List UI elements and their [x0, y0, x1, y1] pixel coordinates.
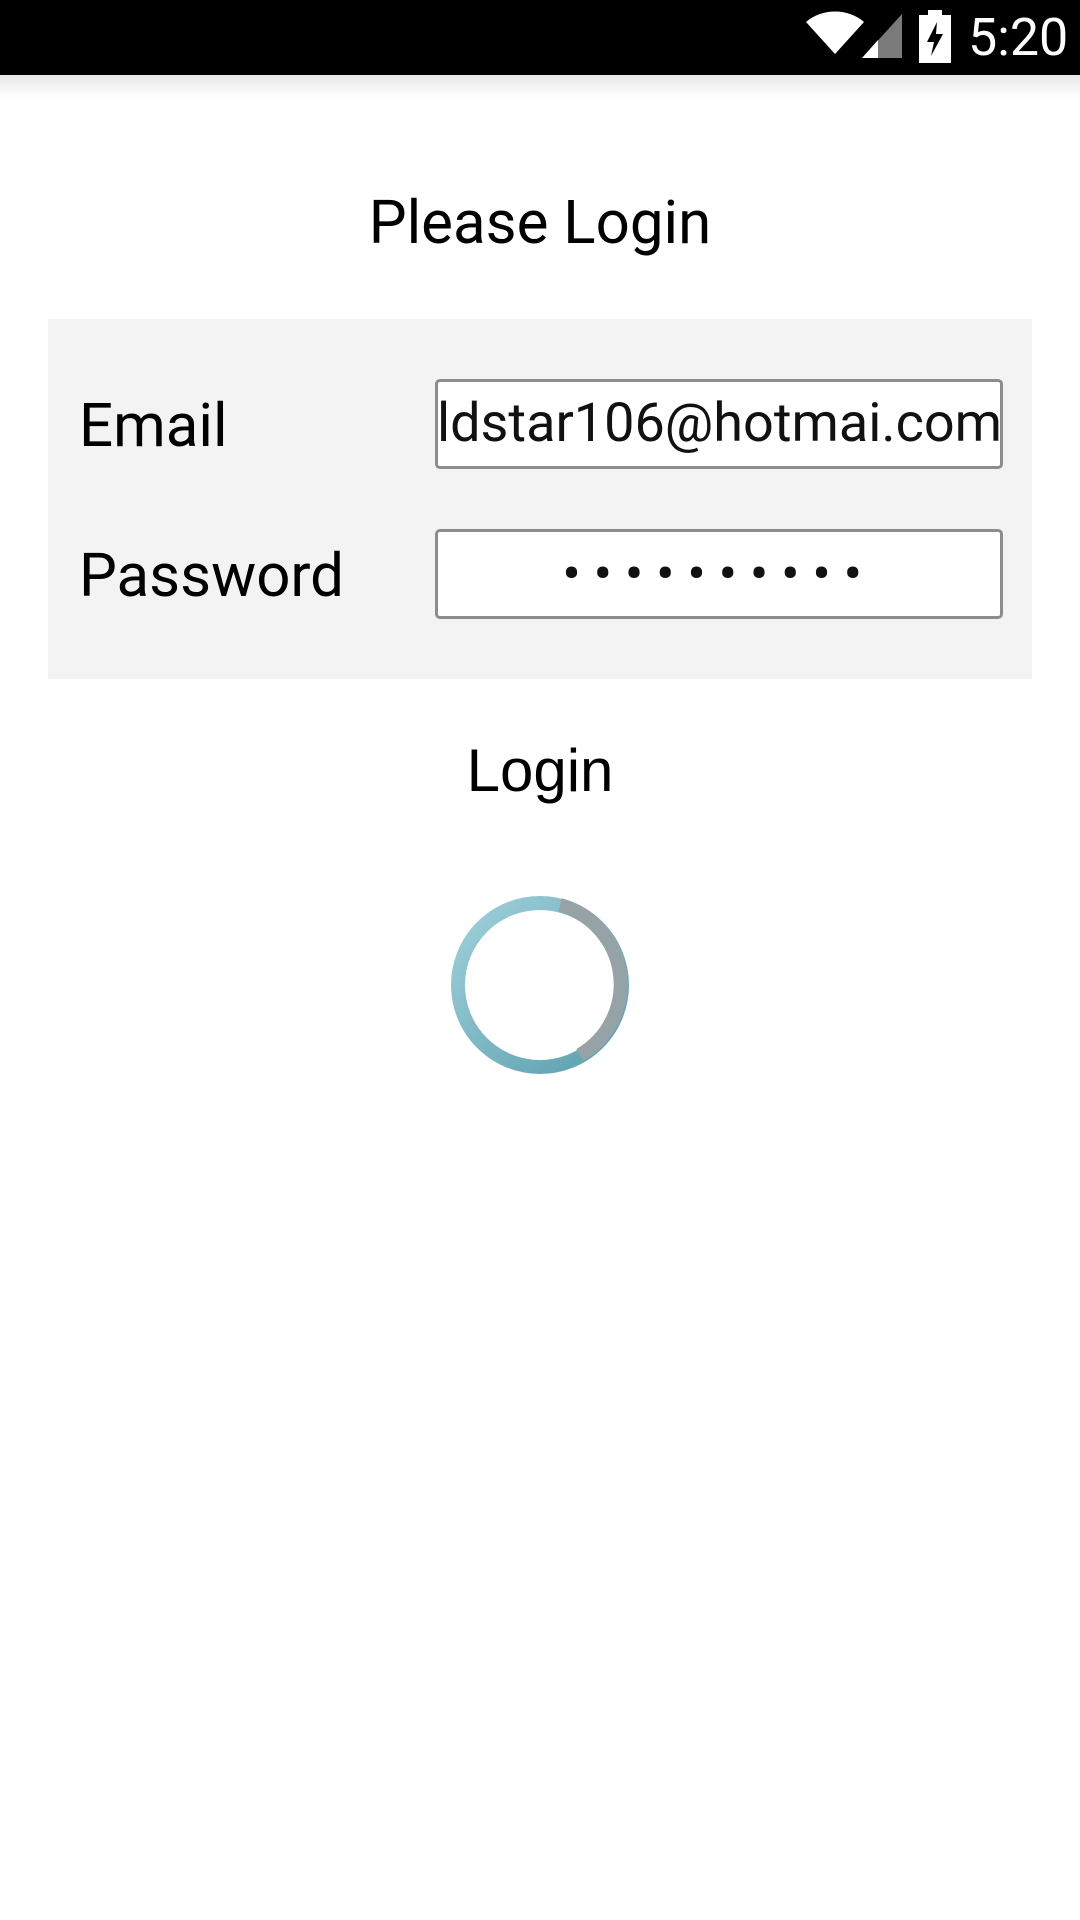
- password-field[interactable]: ••••••••••: [435, 529, 1003, 619]
- battery-charging-icon: [919, 10, 951, 63]
- wifi-icon: [806, 11, 864, 54]
- status-clock: 5:20: [968, 7, 1069, 68]
- status-bar: 5:20: [0, 0, 1080, 75]
- email-field-value: goldstar106@hotmai.com: [435, 392, 1002, 455]
- cell-signal-icon: [862, 14, 902, 58]
- email-label: Email: [79, 390, 228, 461]
- login-button[interactable]: Login: [390, 728, 690, 812]
- password-label: Password: [79, 540, 345, 611]
- action-bar-shadow: [0, 75, 1080, 99]
- spinner-icon: [451, 896, 629, 1074]
- login-form: Email goldstar106@hotmai.com Password ••…: [48, 319, 1032, 679]
- email-field[interactable]: goldstar106@hotmai.com: [435, 379, 1003, 469]
- page-title: Please Login: [368, 187, 712, 258]
